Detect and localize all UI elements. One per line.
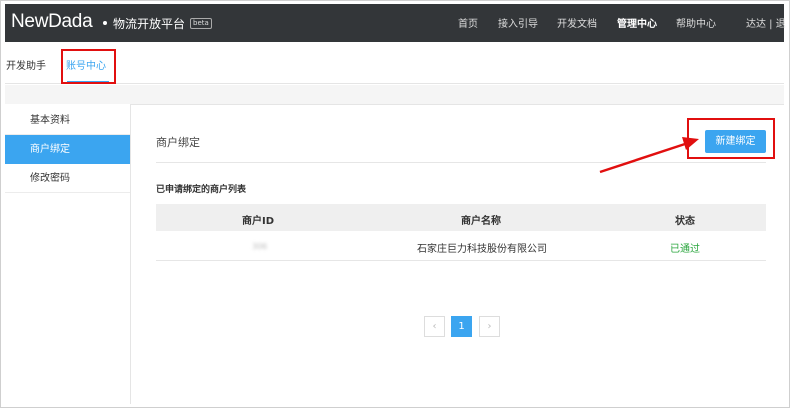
- annotation-arrow-icon: [599, 137, 699, 174]
